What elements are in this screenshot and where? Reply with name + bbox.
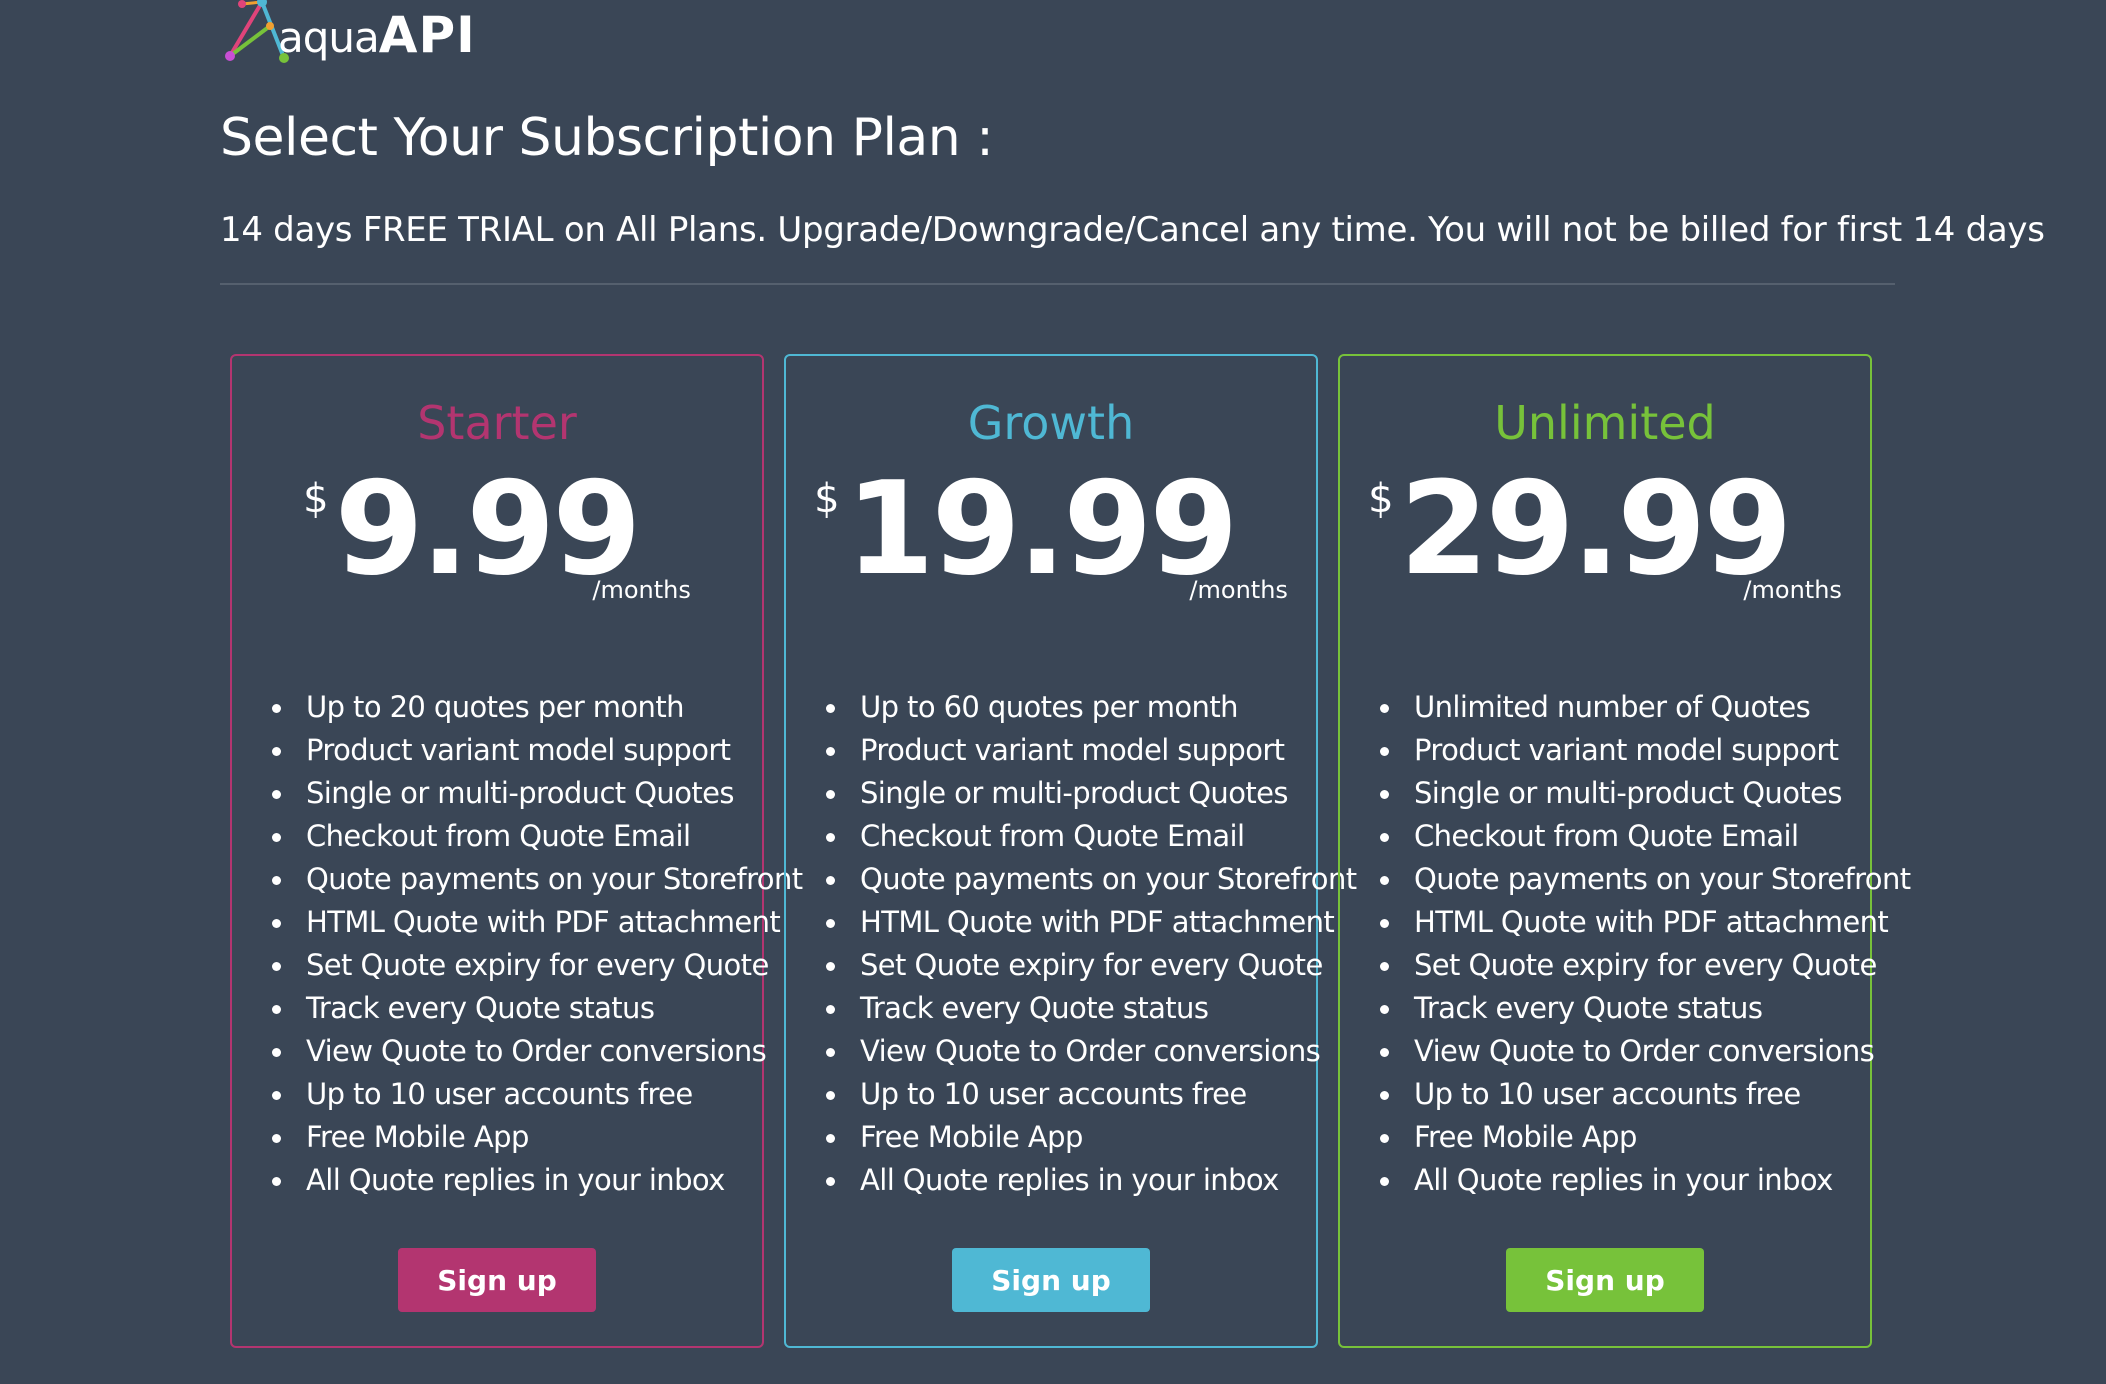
feature-item: HTML Quote with PDF attachment [1362,901,1889,944]
feature-item: HTML Quote with PDF attachment [808,901,1335,944]
plan-price: $ 29.99 /months [1340,455,1870,605]
price-period: /months [1189,576,1288,604]
feature-item: HTML Quote with PDF attachment [254,901,781,944]
price-amount: 19.99 [845,455,1239,604]
feature-item: Quote payments on your Storefront [254,858,803,901]
feature-item: Set Quote expiry for every Quote [1362,944,1877,987]
header-divider [220,283,1895,285]
feature-item: View Quote to Order conversions [254,1030,767,1073]
plans-container: Starter $ 9.99 /months Up to 20 quotes p… [230,354,1911,1348]
signup-button-unlimited[interactable]: Sign up [1506,1248,1704,1312]
feature-item: View Quote to Order conversions [808,1030,1321,1073]
trial-subtitle: 14 days FREE TRIAL on All Plans. Upgrade… [220,210,2045,250]
feature-item: Track every Quote status [808,987,1306,1030]
aquaapi-logo[interactable]: aqua API [222,0,476,68]
plan-card-growth: Growth $ 19.99 /months Up to 60 quotes p… [784,354,1357,1348]
feature-item: Track every Quote status [254,987,752,1030]
price-amount: 9.99 [334,455,642,604]
feature-item: Up to 20 quotes per month [254,686,752,729]
feature-item: Up to 60 quotes per month [808,686,1306,729]
feature-item: Track every Quote status [1362,987,1860,1030]
plan-name: Growth [967,396,1135,450]
feature-item: Checkout from Quote Email [254,815,752,858]
feature-item: Up to 10 user accounts free [808,1073,1306,1116]
feature-list: Up to 20 quotes per month Product varian… [254,686,803,1202]
plan-price: $ 19.99 /months [786,455,1316,605]
feature-item: Free Mobile App [808,1116,1306,1159]
feature-item: Unlimited number of Quotes [1362,686,1860,729]
feature-item: Quote payments on your Storefront [1362,858,1911,901]
feature-item: Checkout from Quote Email [1362,815,1860,858]
feature-item: Up to 10 user accounts free [1362,1073,1860,1116]
feature-item: Checkout from Quote Email [808,815,1306,858]
feature-item: Product variant model support [254,729,752,772]
feature-item: Single or multi-product Quotes [1362,772,1860,815]
feature-item: Single or multi-product Quotes [254,772,752,815]
feature-item: Single or multi-product Quotes [808,772,1306,815]
feature-item: Free Mobile App [1362,1116,1860,1159]
plan-name: Starter [417,396,577,450]
feature-item: All Quote replies in your inbox [1362,1159,1860,1202]
logo-text-api: API [378,6,476,64]
feature-item: View Quote to Order conversions [1362,1030,1875,1073]
feature-item: Product variant model support [808,729,1306,772]
price-amount: 29.99 [1399,455,1793,604]
price-period: /months [1743,576,1842,604]
price-period: /months [592,576,691,604]
plan-card-starter: Starter $ 9.99 /months Up to 20 quotes p… [230,354,803,1348]
price-currency: $ [1368,476,1394,522]
feature-item: All Quote replies in your inbox [254,1159,752,1202]
price-currency: $ [814,476,840,522]
price-currency: $ [303,476,329,522]
page-title: Select Your Subscription Plan : [220,108,994,168]
feature-item: Product variant model support [1362,729,1860,772]
feature-item: Free Mobile App [254,1116,752,1159]
feature-item: Set Quote expiry for every Quote [254,944,769,987]
signup-button-growth[interactable]: Sign up [952,1248,1150,1312]
feature-item: Up to 10 user accounts free [254,1073,752,1116]
signup-button-starter[interactable]: Sign up [398,1248,596,1312]
feature-item: Quote payments on your Storefront [808,858,1357,901]
plan-card-unlimited: Unlimited $ 29.99 /months Unlimited numb… [1338,354,1911,1348]
plan-name: Unlimited [1494,396,1716,450]
feature-list: Unlimited number of Quotes Product varia… [1362,686,1911,1202]
logo-text-aqua: aqua [278,13,380,62]
plan-price: $ 9.99 /months [232,455,762,605]
feature-list: Up to 60 quotes per month Product varian… [808,686,1357,1202]
feature-item: All Quote replies in your inbox [808,1159,1306,1202]
feature-item: Set Quote expiry for every Quote [808,944,1323,987]
